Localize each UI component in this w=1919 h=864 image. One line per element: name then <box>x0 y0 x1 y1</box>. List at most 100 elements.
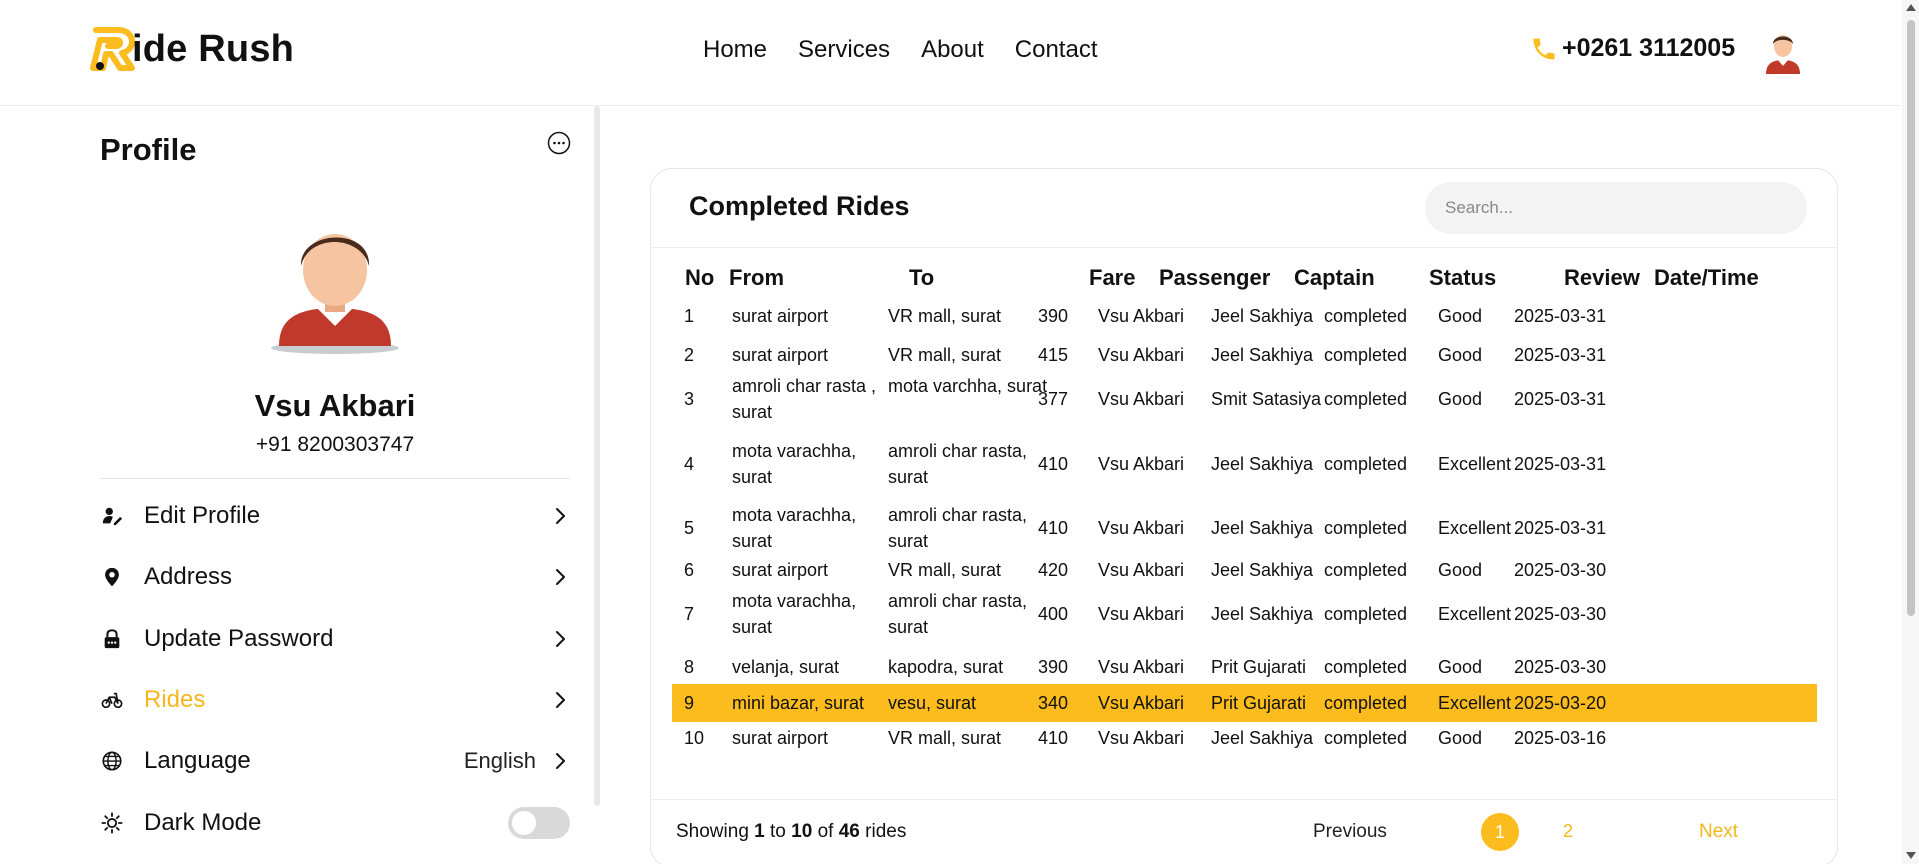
cell-date: 2025-03-31 <box>1514 389 1607 409</box>
nav-home[interactable]: Home <box>703 36 767 64</box>
cell-captain: Prit Gujarati <box>1211 693 1307 713</box>
table-row[interactable]: 3 amroli char rasta , surat mota varchha, … <box>672 372 1817 426</box>
card-header-divider <box>651 247 1837 248</box>
search-input[interactable] <box>1425 182 1807 234</box>
cell-passenger: Vsu Akbari <box>1098 306 1185 326</box>
col-passenger: Passenger <box>1159 265 1271 290</box>
cell-status: completed <box>1324 454 1408 474</box>
nav-services[interactable]: Services <box>798 36 890 64</box>
profile-phone: +91 8200303747 <box>255 433 415 456</box>
brand-name: ide Rush <box>132 27 295 70</box>
user-avatar-icon[interactable] <box>1762 28 1804 76</box>
table-row[interactable]: 10 surat airport VR mall, surat 410 Vsu Akba… <box>672 723 1817 753</box>
cell-captain: Jeel Sakhiya <box>1211 306 1314 326</box>
table-row[interactable]: 9 mini bazar, surat vesu, surat 340 Vsu Akba… <box>672 684 1817 722</box>
profile-title: Profile <box>100 132 197 167</box>
summary-to-word: to <box>770 821 786 842</box>
col-fare: Fare <box>1089 265 1136 290</box>
cell-passenger: Vsu Akbari <box>1098 604 1185 624</box>
cell-no: 9 <box>684 693 695 713</box>
page-2-button[interactable]: 2 <box>1563 821 1573 842</box>
scroll-down-arrow-icon[interactable] <box>1906 852 1916 859</box>
col-captain: Captain <box>1294 265 1375 290</box>
table-row[interactable]: 6 surat airport VR mall, surat 420 Vsu Akbar… <box>672 555 1817 585</box>
cell-fare: 415 <box>1038 345 1069 365</box>
table-row[interactable]: 4 mota varachha, surat amroli char rasta, … <box>672 437 1817 491</box>
nav-contact[interactable]: Contact <box>1015 36 1098 64</box>
more-options-icon[interactable] <box>547 131 571 155</box>
menu-dark-mode-label: Dark Mode <box>144 809 262 836</box>
table-row[interactable]: 8 velanja, surat kapodra, surat 390 Vsu Akba… <box>672 652 1817 682</box>
col-to: To <box>909 265 935 290</box>
cell-captain: Prit Gujarati <box>1211 657 1307 677</box>
cell-status: completed <box>1324 693 1408 713</box>
table-row[interactable]: 1 surat airport VR mall, surat 390 Vsu Akbar… <box>672 301 1817 331</box>
cell-no: 4 <box>684 454 695 474</box>
cell-captain: Jeel Sakhiya <box>1211 454 1314 474</box>
header-phone[interactable]: +0261 3112005 <box>1530 34 1735 63</box>
summary-prefix: Showing <box>676 821 749 842</box>
col-review: Review <box>1564 265 1640 290</box>
table-row[interactable]: 2 surat airport VR mall, surat 415 Vsu Akbar… <box>672 340 1817 370</box>
table-row[interactable]: 5 mota varachha, surat amroli char rasta, … <box>672 501 1817 555</box>
scroll-thumb[interactable] <box>1907 20 1915 616</box>
cell-passenger: Vsu Akbari <box>1098 693 1185 713</box>
profile-avatar-icon <box>271 234 399 354</box>
cell-fare: 377 <box>1038 389 1069 409</box>
page-scrollbar[interactable] <box>1902 0 1919 864</box>
cell-status: completed <box>1324 345 1408 365</box>
next-page-button[interactable]: Next <box>1699 821 1738 843</box>
cell-from: surat airport <box>732 345 829 365</box>
cell-no: 7 <box>684 604 695 624</box>
main-nav: Home Services About Contact <box>703 36 1098 64</box>
cell-from: mota varachha, surat <box>732 505 857 551</box>
top-header: ide Rush Home Services About Contact +02… <box>0 0 1900 106</box>
menu-update-password[interactable]: Update Password <box>100 619 570 659</box>
chevron-right-icon <box>556 508 565 524</box>
previous-page-button[interactable]: Previous <box>1313 821 1387 843</box>
menu-language-label: Language <box>144 747 251 774</box>
table-row[interactable]: 7 mota varachha, surat amroli char rasta, … <box>672 587 1817 641</box>
cell-date: 2025-03-30 <box>1514 657 1607 677</box>
cell-status: completed <box>1324 657 1408 677</box>
globe-icon <box>100 749 124 773</box>
profile-name: Vsu Akbari <box>254 388 416 423</box>
card-footer-divider <box>651 799 1837 800</box>
nav-about[interactable]: About <box>921 36 984 64</box>
cell-date: 2025-03-31 <box>1514 454 1607 474</box>
cell-from: velanja, surat <box>732 657 840 677</box>
cell-no: 5 <box>684 518 695 538</box>
summary-to: 10 <box>791 821 813 842</box>
menu-address[interactable]: Address <box>100 557 570 597</box>
menu-rides-label: Rides <box>144 686 206 713</box>
menu-edit-profile[interactable]: Edit Profile <box>100 496 570 536</box>
brand-logo[interactable]: ide Rush <box>90 26 294 72</box>
scroll-up-arrow-icon[interactable] <box>1906 4 1916 11</box>
header-phone-number: +0261 3112005 <box>1562 34 1736 62</box>
card-title: Completed Rides <box>689 191 910 221</box>
cell-fare: 410 <box>1038 454 1069 474</box>
col-no: No <box>685 265 715 290</box>
cell-passenger: Vsu Akbari <box>1098 728 1185 748</box>
table-header: No From To Fare Passenger Captain Status… <box>685 265 1835 301</box>
chevron-right-icon <box>556 569 565 585</box>
dark-mode-toggle[interactable] <box>508 807 570 839</box>
page-1-button[interactable]: 1 <box>1481 813 1519 851</box>
bike-icon <box>100 688 124 712</box>
menu-rides[interactable]: Rides <box>100 680 570 720</box>
col-from: From <box>729 265 784 290</box>
cell-no: 6 <box>684 560 695 580</box>
summary-of-word: of <box>817 821 834 842</box>
col-date: Date/Time <box>1654 265 1759 290</box>
menu-language[interactable]: Language English <box>100 741 570 781</box>
cell-date: 2025-03-16 <box>1514 728 1607 748</box>
cell-status: completed <box>1324 389 1408 409</box>
cell-status: completed <box>1324 518 1408 538</box>
cell-from: surat airport <box>732 306 829 326</box>
cell-no: 1 <box>684 306 695 326</box>
cell-passenger: Vsu Akbari <box>1098 389 1185 409</box>
cell-status: completed <box>1324 604 1408 624</box>
cell-status: completed <box>1324 306 1408 326</box>
cell-fare: 400 <box>1038 604 1069 624</box>
sun-icon <box>100 811 124 835</box>
